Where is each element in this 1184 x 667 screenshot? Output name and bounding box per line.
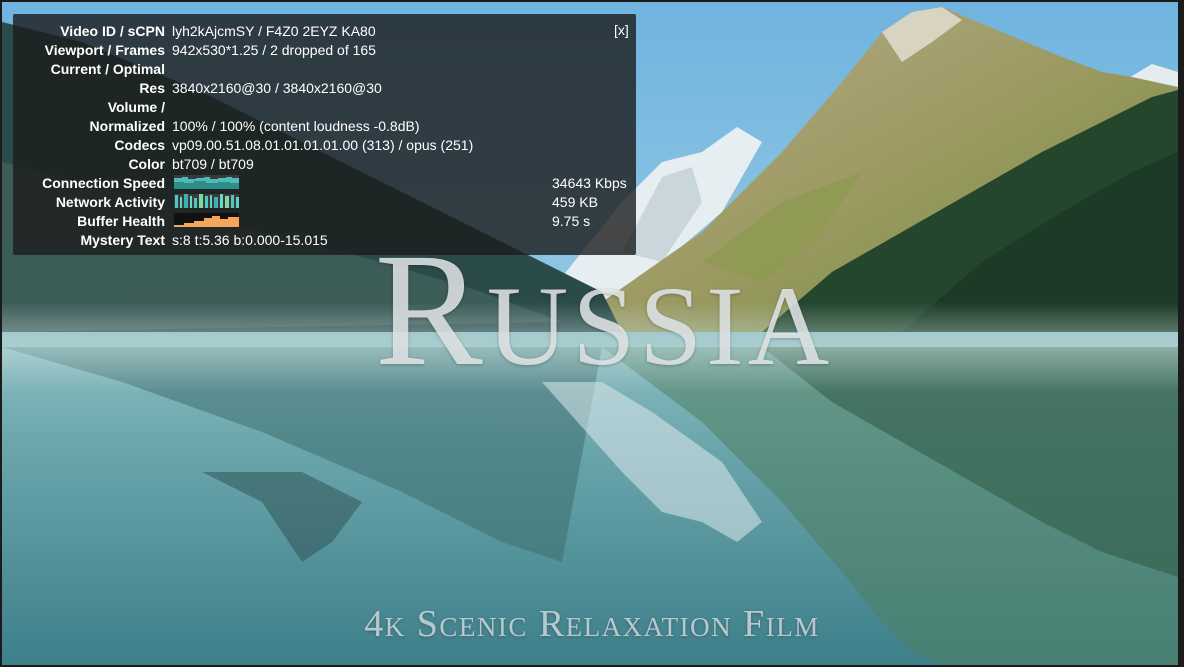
- stat-label: Viewport / Frames: [44, 42, 165, 58]
- stat-label: Buffer Health: [77, 213, 165, 229]
- stat-value: lyh2kAjcmSY / F4Z0 2EYZ KA80: [172, 23, 376, 39]
- buffer-health-value: 9.75 s: [552, 213, 591, 229]
- stat-label: Current / Optimal: [50, 61, 165, 77]
- buffer-health-graph: [174, 213, 239, 227]
- network-activity-value: 459 KB: [552, 194, 598, 210]
- stat-value: bt709 / bt709: [172, 156, 254, 172]
- stat-value: vp09.00.51.08.01.01.01.01.00 (313) / opu…: [172, 137, 474, 153]
- stat-label: Volume /: [107, 99, 165, 115]
- stat-label: Normalized: [89, 118, 165, 134]
- video-subtitle-overlay: 4k Scenic Relaxation Film: [364, 603, 820, 645]
- stat-value: s:8 t:5.36 b:0.000-15.015: [172, 232, 328, 248]
- stats-for-nerds-panel: [x] Video ID / sCPN lyh2kAjcmSY / F4Z0 2…: [13, 14, 636, 255]
- network-activity-graph: [174, 194, 239, 208]
- connection-speed-graph: [174, 175, 239, 189]
- connection-speed-value: 34643 Kbps: [552, 175, 627, 191]
- stat-label: Codecs: [114, 137, 165, 153]
- stat-label: Color: [128, 156, 165, 172]
- stat-value: 942x530*1.25 / 2 dropped of 165: [172, 42, 376, 58]
- stat-value: 3840x2160@30 / 3840x2160@30: [172, 80, 382, 96]
- stat-label: Mystery Text: [80, 232, 165, 248]
- stat-value: 100% / 100% (content loudness -0.8dB): [172, 118, 420, 134]
- stat-label: Network Activity: [55, 194, 165, 210]
- stat-label: Res: [139, 80, 165, 96]
- close-stats-button[interactable]: [x]: [614, 21, 629, 39]
- stat-label: Video ID / sCPN: [60, 23, 165, 39]
- stat-label: Connection Speed: [42, 175, 165, 191]
